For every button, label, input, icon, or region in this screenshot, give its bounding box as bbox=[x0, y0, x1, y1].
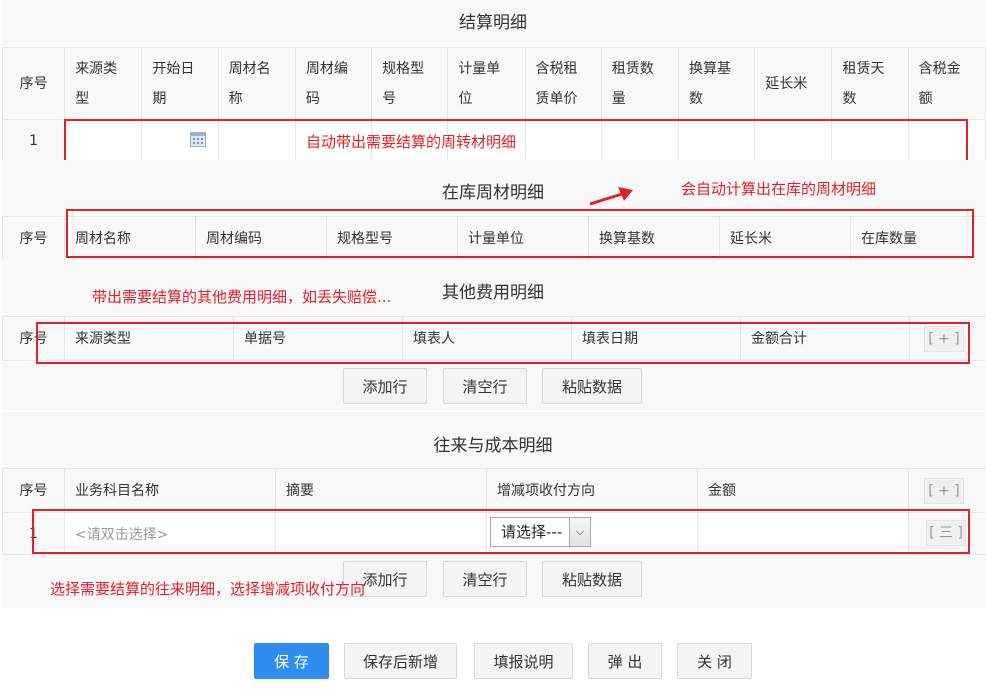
settlement-annotation: 自动带出需要结算的周转材明细 bbox=[306, 133, 517, 151]
stock-annotation-box bbox=[66, 209, 974, 258]
cost-annotation-box bbox=[32, 509, 970, 554]
cost-header-index: 序号 bbox=[2, 468, 65, 513]
settlement-header-extended-meter: 延长米 bbox=[754, 47, 833, 120]
close-button[interactable]: 关 闭 bbox=[677, 643, 752, 679]
popup-button[interactable]: 弹 出 bbox=[588, 643, 662, 679]
save-button[interactable]: 保 存 bbox=[254, 643, 329, 679]
save-and-new-button[interactable]: 保存后新增 bbox=[344, 643, 457, 679]
settlement-title: 结算明细 bbox=[459, 13, 527, 33]
arrow-icon bbox=[589, 187, 633, 206]
settlement-header-unit: 计量单位 bbox=[447, 47, 526, 120]
settlement-header-unit-price: 含税租 赁单价 bbox=[524, 47, 602, 120]
settlement-header-amount: 含税金额 bbox=[907, 47, 986, 120]
other-fees-annotation-box bbox=[36, 322, 970, 364]
settlement-header-spec: 规格型号 bbox=[371, 47, 449, 120]
cost-annotation: 选择需要结算的往来明细，选择增减项收付方向 bbox=[50, 580, 366, 598]
cost-header-subject-name: 业务科目名称 bbox=[64, 468, 276, 513]
cost-add-row-icon[interactable]: [ + ] bbox=[924, 478, 964, 504]
cost-header-direction: 增减项收付方向 bbox=[486, 468, 698, 513]
cost-clear-rows-button[interactable]: 清空行 bbox=[443, 561, 527, 597]
cost-header-summary: 摘要 bbox=[275, 468, 487, 513]
other-fees-annotation: 带出需要结算的其他费用明细，如丢失赔偿... bbox=[92, 288, 392, 306]
other-fees-clear-rows-button[interactable]: 清空行 bbox=[443, 368, 527, 404]
settlement-header-quantity: 租赁数量 bbox=[600, 47, 680, 120]
settlement-header-material-name: 周材名称 bbox=[217, 47, 296, 120]
stock-header-index: 序号 bbox=[2, 216, 65, 261]
other-fees-add-row-button[interactable]: 添加行 bbox=[343, 368, 427, 404]
settlement-header-index: 序号 bbox=[1, 47, 66, 120]
settlement-header-material-code: 周材编码 bbox=[294, 47, 373, 120]
settlement-row-index: 1 bbox=[1, 119, 66, 162]
settlement-header-start-date: 开始日期 bbox=[141, 47, 219, 120]
fill-instructions-button[interactable]: 填报说明 bbox=[474, 643, 573, 679]
cost-paste-data-button[interactable]: 粘贴数据 bbox=[542, 561, 642, 597]
settlement-header-rental-days: 租赁天数 bbox=[831, 47, 909, 120]
other-fees-paste-data-button[interactable]: 粘贴数据 bbox=[542, 368, 642, 404]
stock-annotation: 会自动计算出在库的周材明细 bbox=[681, 180, 877, 198]
cost-header-amount: 金额 bbox=[697, 468, 909, 513]
cost-title: 往来与成本明细 bbox=[433, 436, 553, 456]
settlement-header-source-type: 来源类型 bbox=[64, 47, 143, 120]
settlement-header-conversion-base: 换算基数 bbox=[677, 47, 756, 120]
